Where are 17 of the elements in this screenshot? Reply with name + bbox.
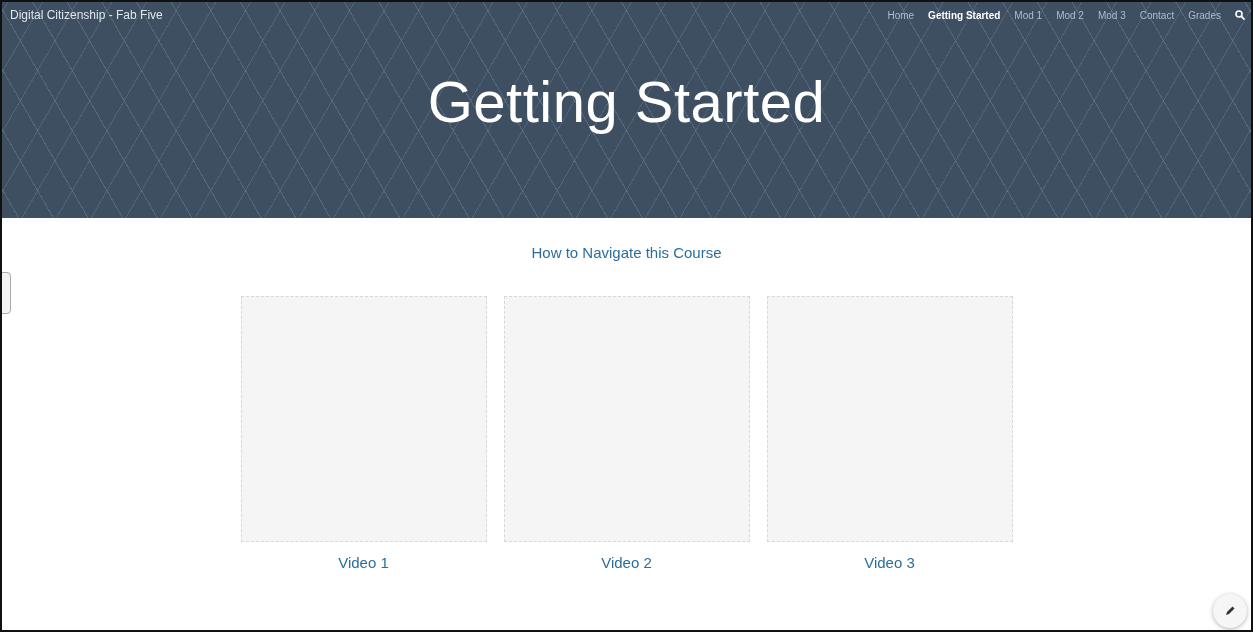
video-link[interactable]: Video 1 bbox=[338, 554, 389, 571]
page-title: Getting Started bbox=[426, 68, 827, 135]
nav-link[interactable]: Mod 1 bbox=[1014, 9, 1043, 21]
pencil-icon bbox=[1224, 605, 1236, 617]
nav-link[interactable]: Home bbox=[887, 9, 915, 21]
site-title[interactable]: Digital Citizenship - Fab Five bbox=[10, 8, 163, 22]
edit-button[interactable] bbox=[1213, 594, 1247, 628]
nav-link[interactable]: Mod 2 bbox=[1056, 9, 1084, 21]
search-icon[interactable] bbox=[1235, 10, 1245, 20]
section-link[interactable]: How to Navigate this Course bbox=[531, 244, 722, 261]
nav-link[interactable]: Mod 3 bbox=[1097, 9, 1126, 21]
video-link[interactable]: Video 3 bbox=[864, 554, 915, 571]
nav-link[interactable]: Contact bbox=[1139, 9, 1175, 21]
nav-link[interactable]: Getting Started bbox=[928, 9, 1001, 21]
side-handle[interactable] bbox=[2, 272, 11, 314]
video-link[interactable]: Video 2 bbox=[601, 554, 652, 571]
nav-link[interactable]: Grades bbox=[1188, 9, 1221, 21]
